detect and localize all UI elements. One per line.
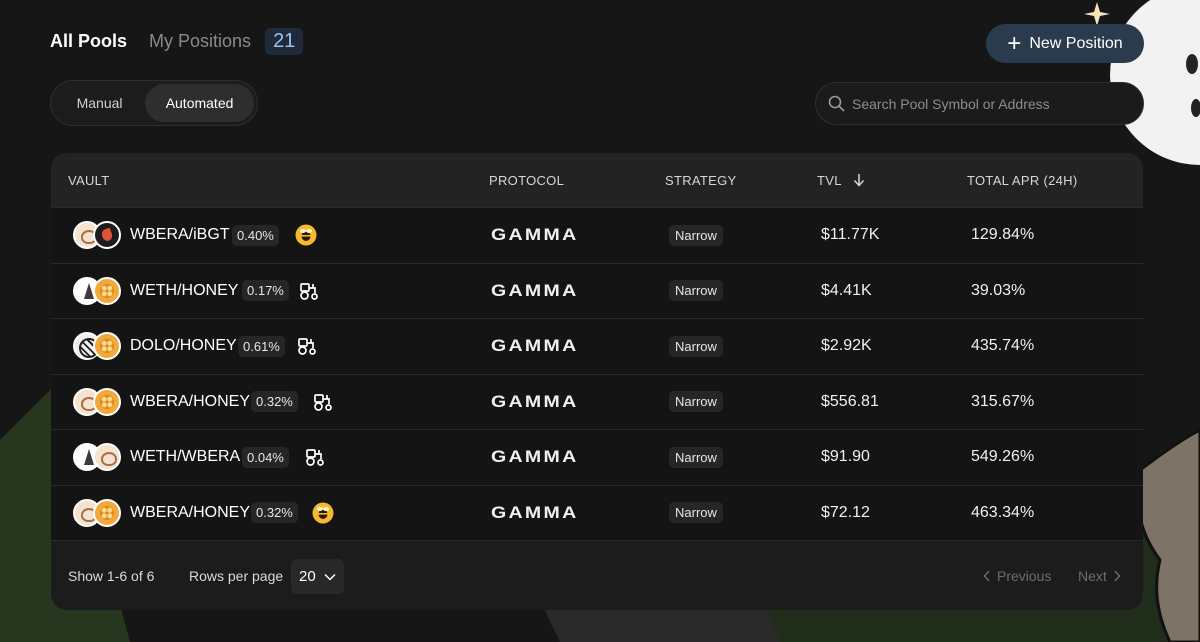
tractor-icon (306, 449, 324, 467)
table-row[interactable]: WBERA/HONEY 0.32% GAMMA Narrow $556.81 3… (51, 373, 1143, 429)
next-page-button[interactable]: Next (1078, 568, 1121, 584)
pool-name: WETH/WBERA (130, 448, 241, 466)
plus-icon: + (1007, 29, 1022, 57)
tab-all-pools[interactable]: All Pools (50, 31, 127, 52)
table-row[interactable]: WBERA/iBGT 0.40% GAMMA Narrow $11.77K 12… (51, 207, 1143, 263)
mode-toggle: Manual Automated (50, 80, 258, 126)
search-input[interactable] (852, 95, 1122, 112)
protocol-logo: GAMMA (491, 502, 579, 522)
table-header: VAULT PROTOCOL STRATEGY TVL TOTAL APR (2… (51, 153, 1143, 207)
table-footer: Show 1-6 of 6 Rows per page 20 Previous … (51, 540, 1143, 610)
pool-name: WETH/HONEY (130, 281, 239, 299)
search-box (815, 82, 1144, 125)
table-row[interactable]: DOLO/HONEY 0.61% GAMMA Narrow $2.92K 435… (51, 318, 1143, 374)
page: All Pools My Positions 21 + New Position… (0, 0, 1200, 642)
col-tvl[interactable]: TVL (817, 173, 865, 188)
token-pair-icons (73, 332, 123, 362)
protocol-logo: GAMMA (491, 280, 579, 300)
honey-token-icon (93, 276, 121, 305)
token-pair-icons (73, 498, 123, 529)
new-position-label: New Position (1029, 34, 1123, 52)
fee-badge: 0.32% (251, 391, 298, 413)
chevron-down-icon (324, 573, 336, 581)
fee-badge: 0.40% (232, 224, 279, 246)
token-pair-icons (73, 443, 123, 473)
token-pair-icons (73, 221, 123, 251)
table-row[interactable]: WETH/WBERA 0.04% GAMMA Narrow $91.90 549… (51, 429, 1143, 485)
strategy-badge: Narrow (669, 224, 723, 246)
protocol-logo: GAMMA (491, 336, 579, 356)
table-row[interactable]: WETH/HONEY 0.17% GAMMA Narrow $4.41K 39.… (51, 262, 1143, 318)
tractor-icon (300, 282, 318, 300)
pool-name: WBERA/HONEY (130, 503, 251, 521)
strategy-badge: Narrow (669, 446, 723, 468)
vaults-table: VAULT PROTOCOL STRATEGY TVL TOTAL APR (2… (51, 153, 1143, 610)
ibgt-token-icon (93, 221, 121, 249)
mode-manual-option[interactable]: Manual (54, 84, 145, 122)
apr-value: 129.84% (971, 226, 1035, 244)
protocol-logo: GAMMA (491, 391, 579, 411)
tvl-value: $4.41K (821, 281, 872, 299)
apr-value: 315.67% (971, 392, 1035, 410)
chevron-right-icon (1114, 569, 1121, 582)
sort-desc-icon (854, 173, 865, 187)
tvl-value: $91.90 (821, 448, 870, 466)
pool-name: DOLO/HONEY (130, 337, 237, 355)
honey-token-icon (93, 332, 121, 360)
col-protocol: PROTOCOL (489, 172, 565, 188)
token-pair-icons (73, 387, 123, 418)
positions-count-badge: 21 (265, 28, 304, 55)
table-row[interactable]: WBERA/HONEY 0.32% GAMMA Narrow $72.12 46… (51, 484, 1143, 540)
tvl-value: $2.92K (821, 337, 872, 355)
col-strategy: STRATEGY (665, 172, 737, 188)
top-tabs: All Pools My Positions 21 (50, 28, 304, 55)
col-vault: VAULT (68, 172, 110, 188)
previous-page-button[interactable]: Previous (983, 568, 1051, 584)
mode-automated-option[interactable]: Automated (145, 84, 254, 122)
new-position-button[interactable]: + New Position (986, 24, 1144, 63)
rows-per-page-select[interactable]: 20 (291, 559, 344, 594)
strategy-badge: Narrow (669, 280, 723, 302)
tractor-icon (314, 393, 332, 411)
strategy-badge: Narrow (669, 502, 723, 524)
token-pair-icons (73, 276, 123, 307)
chevron-left-icon (983, 569, 990, 582)
col-tvl-label: TVL (817, 172, 842, 188)
apr-value: 39.03% (971, 281, 1026, 299)
search-icon (828, 95, 845, 112)
pagination-summary: Show 1-6 of 6 (68, 567, 155, 584)
apr-value: 463.34% (971, 503, 1035, 521)
protocol-logo: GAMMA (491, 447, 579, 467)
strategy-badge: Narrow (669, 335, 723, 357)
tvl-value: $556.81 (821, 392, 879, 410)
next-label: Next (1078, 567, 1107, 584)
honey-token-icon (93, 498, 121, 527)
tvl-value: $72.12 (821, 503, 870, 521)
pool-name: WBERA/iBGT (130, 226, 230, 244)
col-total-apr: TOTAL APR (24H) (967, 172, 1078, 188)
wbera-token-icon (93, 443, 121, 471)
table-body: WBERA/iBGT 0.40% GAMMA Narrow $11.77K 12… (51, 207, 1143, 540)
apr-value: 435.74% (971, 337, 1035, 355)
rows-per-page-label: Rows per page (189, 567, 284, 584)
fee-badge: 0.04% (242, 446, 289, 468)
fee-badge: 0.61% (238, 335, 285, 357)
fee-badge: 0.32% (251, 502, 298, 524)
tvl-value: $11.77K (821, 226, 880, 244)
rows-per-page-value: 20 (299, 568, 316, 585)
honey-token-icon (93, 387, 121, 416)
fee-badge: 0.17% (242, 280, 289, 302)
previous-label: Previous (997, 567, 1052, 584)
bee-badge-icon (295, 224, 317, 246)
tractor-icon (298, 338, 316, 356)
protocol-logo: GAMMA (491, 225, 579, 245)
bee-badge-icon (312, 502, 334, 524)
pool-name: WBERA/HONEY (130, 392, 251, 410)
tab-my-positions[interactable]: My Positions (149, 31, 251, 52)
strategy-badge: Narrow (669, 391, 723, 413)
apr-value: 549.26% (971, 448, 1035, 466)
